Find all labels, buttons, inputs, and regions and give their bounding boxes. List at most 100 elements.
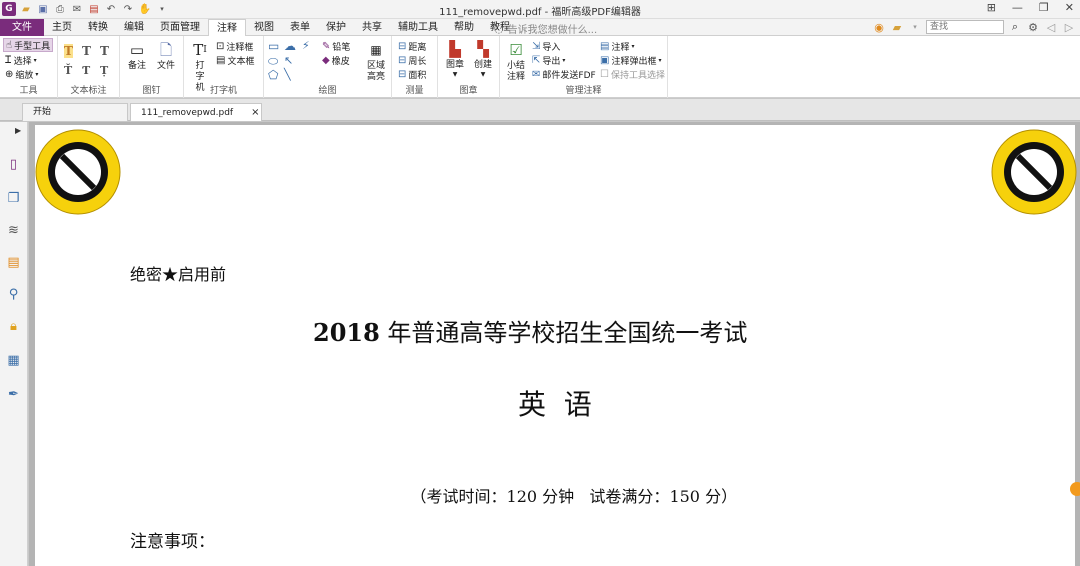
lightbulb-icon: ◌: [494, 22, 504, 35]
area-highlight-button[interactable]: ▦ 区域高亮: [364, 40, 388, 83]
gear-icon[interactable]: ⚙: [1026, 21, 1040, 34]
typewriter-icon: TI: [193, 40, 207, 59]
note-icon: ▭: [129, 40, 145, 59]
search-icon[interactable]: ⌕: [1008, 20, 1022, 34]
tab-protect[interactable]: 保护: [318, 19, 354, 36]
attachment-icon[interactable]: ⚲: [5, 286, 22, 303]
zoom-button[interactable]: ⊕ 缩放 ▾: [5, 67, 38, 81]
restore-button[interactable]: ❐: [1039, 1, 1049, 14]
forward-arrow-icon[interactable]: ▷: [1062, 21, 1076, 34]
callout-button[interactable]: ⊡ 注释框: [216, 39, 253, 53]
insert-text-icon[interactable]: Ṭ: [100, 64, 108, 77]
textbox-icon: ▤: [216, 54, 226, 66]
email-fdf-button[interactable]: ✉ 邮件发送FDF: [532, 67, 596, 81]
window-controls: ⊞ — ❐ ✕: [987, 1, 1074, 14]
subject-title: 英 语: [518, 388, 592, 421]
title-bar: G ▰ ▣ ⎙ ✉ ▤ ↶ ↷ ✋ ▾ 111_removepwd.pdf - …: [0, 0, 1080, 19]
tab-home[interactable]: 主页: [44, 19, 80, 36]
pencil-icon: ✎: [322, 40, 331, 52]
tab-view[interactable]: 视图: [246, 19, 282, 36]
popup-menu-button[interactable]: ▣ 注释弹出框 ▾: [600, 53, 661, 67]
tab-comment[interactable]: 注释: [208, 19, 246, 37]
area-button[interactable]: ⊟ 面积: [398, 67, 426, 81]
signature-icon[interactable]: ✒: [5, 386, 22, 403]
underline-text-icon[interactable]: T: [100, 44, 109, 58]
pencil-button[interactable]: ✎ 铅笔: [322, 39, 350, 53]
file-attach-icon: 🗋: [159, 40, 173, 59]
rectangle-icon[interactable]: ▭: [268, 39, 279, 53]
lock-icon[interactable]: 🔒︎: [5, 318, 22, 335]
close-button[interactable]: ✕: [1065, 1, 1074, 14]
select-button[interactable]: Ꮖ 选择 ▾: [5, 53, 37, 67]
tab-convert[interactable]: 转换: [80, 19, 116, 36]
group-manage-comments: ☑ 小结注释 ⇲ 导入 ⇱ 导出 ▾ ✉ 邮件发送FDF ▤ 注释 ▾ ▣ 注释弹出框 ▾ ☐ 保…: [500, 36, 668, 98]
exam-title: 2018 年普通高等学校招生全国统一考试: [313, 313, 747, 348]
exam-info: （考试时间：120 分钟 试卷满分：150 分）: [410, 487, 738, 506]
cloud-icon[interactable]: ☁: [284, 39, 296, 53]
textbox-button[interactable]: ▤ 文本框: [216, 53, 254, 67]
search-folder-icon[interactable]: ▰: [890, 21, 904, 34]
tab-share[interactable]: 共享: [354, 19, 390, 36]
eraser-icon: ◆: [322, 54, 330, 66]
create-stamp-button[interactable]: ▚ 创建 ▼: [471, 39, 495, 78]
strikeout-text-icon[interactable]: T: [82, 44, 91, 58]
document-viewer[interactable]: 绝密★启用前 2018 年普通高等学校招生全国统一考试 英 语 （考试时间：12…: [29, 122, 1080, 566]
expand-panel-icon[interactable]: ▶: [15, 126, 21, 135]
export-button[interactable]: ⇱ 导出 ▾: [532, 53, 565, 67]
note-button[interactable]: ▭ 备注: [126, 40, 148, 72]
group-text-markup: T T T Ť Ƭ Ṭ 文本标注: [58, 36, 120, 98]
import-button[interactable]: ⇲ 导入: [532, 39, 560, 53]
layout-icon[interactable]: ⊞: [987, 1, 996, 14]
pages-icon[interactable]: ▯: [5, 156, 22, 173]
back-arrow-icon[interactable]: ◁: [1044, 21, 1058, 34]
pdf-xchange-stamp-left[interactable]: [35, 129, 121, 215]
eraser-button[interactable]: ◆ 橡皮: [322, 53, 350, 67]
exam-duration: 120: [506, 487, 538, 506]
document-tabs: 开始 111_removepwd.pdf ×: [0, 99, 1080, 121]
search-input[interactable]: [926, 20, 1004, 34]
skin-icon[interactable]: ◉: [872, 21, 886, 34]
squiggly-text-icon[interactable]: Ť: [64, 64, 72, 77]
group-pin: ▭ 备注 🗋 文件 图钉: [120, 36, 184, 98]
comments-panel-icon[interactable]: ▤: [5, 254, 22, 271]
zoom-icon: ⊕: [5, 68, 14, 80]
close-tab-icon[interactable]: ×: [251, 107, 259, 118]
replace-text-icon[interactable]: Ƭ: [82, 64, 90, 77]
pdf-xchange-stamp-right[interactable]: [991, 129, 1077, 215]
tab-file[interactable]: 文件: [0, 19, 44, 36]
tab-start[interactable]: 开始: [22, 103, 128, 121]
polygon-icon[interactable]: ⬠: [268, 68, 278, 82]
line-icon[interactable]: ╲: [284, 68, 291, 81]
tab-edit[interactable]: 编辑: [116, 19, 152, 36]
comment-menu-button[interactable]: ▤ 注释 ▾: [600, 39, 634, 53]
floating-assistant-icon[interactable]: [1070, 482, 1080, 496]
tab-page-management[interactable]: 页面管理: [152, 19, 208, 36]
group-tools: ☝ 手型工具 Ꮖ 选择 ▾ ⊕ 缩放 ▾ 工具: [0, 36, 58, 98]
stamp-button[interactable]: ▙ 图章 ▼: [443, 39, 467, 78]
polyline-icon[interactable]: ⚡: [302, 39, 310, 52]
perimeter-button[interactable]: ⊟ 周长: [398, 53, 426, 67]
file-attach-button[interactable]: 🗋 文件: [154, 40, 178, 72]
layers-icon[interactable]: ≋: [5, 222, 22, 239]
tab-document[interactable]: 111_removepwd.pdf ×: [130, 103, 262, 121]
distance-button[interactable]: ⊟ 距离: [398, 39, 426, 53]
highlight-text-icon[interactable]: T: [64, 44, 73, 58]
ellipse-icon[interactable]: ⬭: [268, 54, 278, 69]
arrow-icon[interactable]: ↖: [284, 54, 293, 67]
search-options-dropdown-icon[interactable]: ▾: [908, 23, 922, 31]
stamp-icon: ▙: [449, 39, 461, 58]
form-fields-icon[interactable]: ▦: [5, 352, 22, 369]
popup-icon: ▣: [600, 54, 610, 66]
tab-help[interactable]: 帮助: [446, 19, 482, 36]
hand-tool-button[interactable]: ☝ 手型工具: [3, 38, 54, 52]
tab-accessibility[interactable]: 辅助工具: [390, 19, 446, 36]
tab-form[interactable]: 表单: [282, 19, 318, 36]
minimize-button[interactable]: —: [1012, 1, 1023, 14]
group-stamp: ▙ 图章 ▼ ▚ 创建 ▼ 图章: [438, 36, 500, 98]
distance-icon: ⊟: [398, 40, 407, 52]
ribbon-toolbar: ☝ 手型工具 Ꮖ 选择 ▾ ⊕ 缩放 ▾ 工具 T T T Ť Ƭ Ṭ 文本标注 ▭ 备注 …: [0, 36, 1080, 98]
keep-tool-checkbox[interactable]: ☐ 保持工具选择: [600, 67, 665, 81]
tell-me-box[interactable]: ◌ 告诉我您想做什么...: [494, 21, 597, 36]
summary-button[interactable]: ☑ 小结注释: [504, 40, 528, 83]
thumbnails-icon[interactable]: ❐: [5, 190, 22, 207]
